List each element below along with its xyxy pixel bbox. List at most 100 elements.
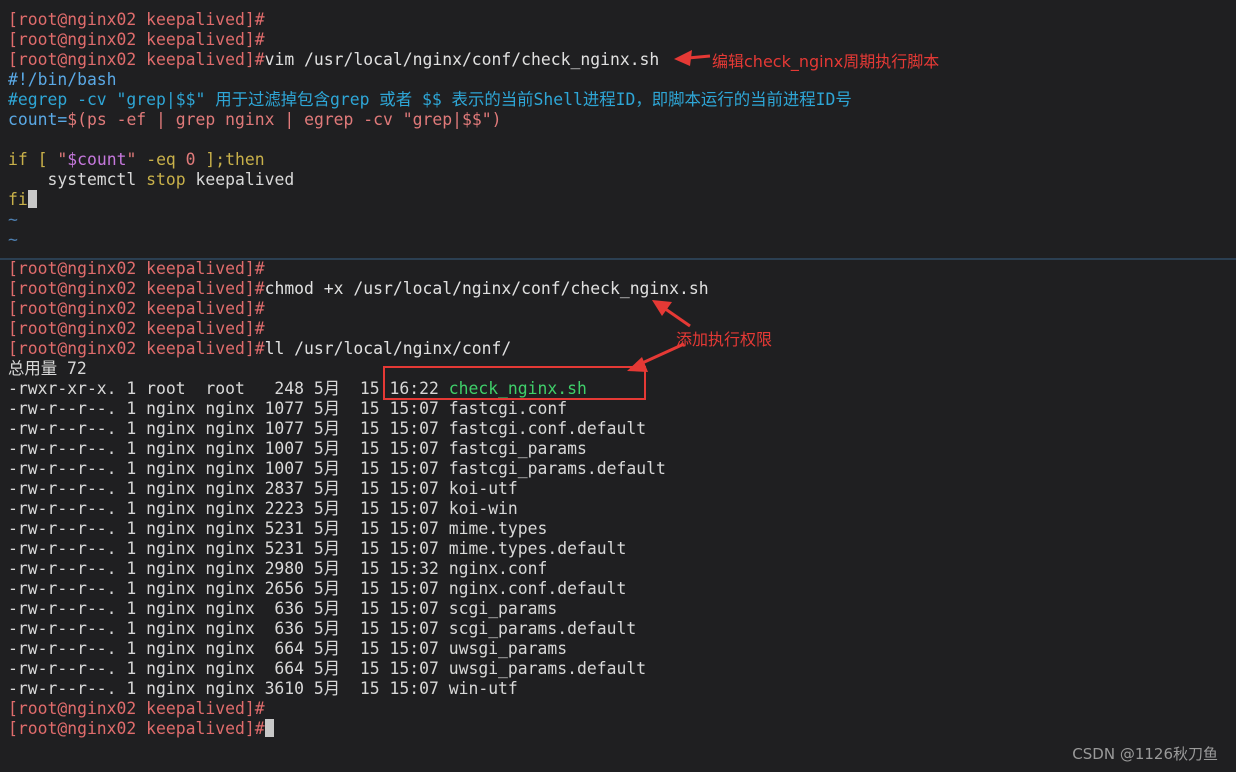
shell-prompt: [root@nginx02 keepalived]# bbox=[8, 259, 265, 278]
add-permission-annotation: 添加执行权限 bbox=[676, 330, 773, 349]
script-if-line: if [ "$count" -eq 0 ];then bbox=[8, 150, 1236, 170]
file-meta: -rw-r--r--. 1 nginx nginx 2656 5月 15 15:… bbox=[8, 579, 449, 598]
count-var: count= bbox=[8, 110, 68, 129]
empty-line-tilde: ~ bbox=[8, 230, 18, 249]
if-variable: $count bbox=[67, 150, 127, 169]
file-row: -rw-r--r--. 1 nginx nginx 1007 5月 15 15:… bbox=[8, 459, 1236, 479]
text-cursor bbox=[27, 190, 37, 208]
watermark: CSDN @1126秋刀鱼 bbox=[1072, 745, 1218, 763]
shell-prompt: [root@nginx02 keepalived]# bbox=[8, 719, 265, 738]
file-name: mime.types.default bbox=[448, 539, 627, 558]
file-name: scgi_params bbox=[448, 599, 558, 618]
ps-cmd: ps -ef | bbox=[86, 110, 176, 129]
file-meta: -rw-r--r--. 1 nginx nginx 664 5月 15 15:0… bbox=[8, 659, 449, 678]
file-name: scgi_params.default bbox=[448, 619, 637, 638]
top-terminal-pane[interactable]: [root@nginx02 keepalived]# [root@nginx02… bbox=[0, 10, 1236, 250]
if-quote-close: " bbox=[126, 150, 137, 169]
if-bracket: [ bbox=[27, 150, 58, 169]
terminal-line: [root@nginx02 keepalived]#vim /usr/local… bbox=[8, 50, 1236, 70]
file-meta: -rw-r--r--. 1 nginx nginx 3610 5月 15 15:… bbox=[8, 679, 449, 698]
file-name: fastcgi_params.default bbox=[448, 459, 666, 478]
file-row: -rw-r--r--. 1 nginx nginx 2837 5月 15 15:… bbox=[8, 479, 1236, 499]
egrep-pattern: "grep|$$" bbox=[402, 110, 492, 129]
file-row: -rw-r--r--. 1 nginx nginx 5231 5月 15 15:… bbox=[8, 519, 1236, 539]
file-name: uwsgi_params bbox=[448, 639, 568, 658]
then-keyword: then bbox=[225, 150, 265, 169]
script-body-line: systemctl stop keepalived bbox=[8, 170, 1236, 190]
file-row: -rw-r--r--. 1 nginx nginx 1077 5月 15 15:… bbox=[8, 419, 1236, 439]
terminal-line: [root@nginx02 keepalived]#chmod +x /usr/… bbox=[8, 279, 1236, 299]
file-meta: -rw-r--r--. 1 nginx nginx 1077 5月 15 15:… bbox=[8, 399, 449, 418]
file-meta: -rw-r--r--. 1 nginx nginx 1007 5月 15 15:… bbox=[8, 439, 449, 458]
file-row: -rw-r--r--. 1 nginx nginx 2656 5月 15 15:… bbox=[8, 579, 1236, 599]
systemctl-cmd: systemctl bbox=[8, 170, 147, 189]
shell-prompt: [root@nginx02 keepalived]# bbox=[8, 299, 265, 318]
terminal-line: [root@nginx02 keepalived]# bbox=[8, 10, 1236, 30]
file-meta: -rw-r--r--. 1 nginx nginx 2223 5月 15 15:… bbox=[8, 499, 449, 518]
terminal-line: [root@nginx02 keepalived]# bbox=[8, 719, 1236, 739]
edit-script-annotation: 编辑check_nginx周期执行脚本 bbox=[712, 52, 940, 71]
shell-prompt: [root@nginx02 keepalived]# bbox=[8, 30, 265, 49]
file-name: nginx.conf bbox=[448, 559, 548, 578]
shell-prompt: [root@nginx02 keepalived]# bbox=[8, 50, 265, 69]
file-row: -rw-r--r--. 1 nginx nginx 5231 5月 15 15:… bbox=[8, 539, 1236, 559]
terminal-window[interactable]: [root@nginx02 keepalived]# [root@nginx02… bbox=[0, 0, 1236, 772]
shell-prompt: [root@nginx02 keepalived]# bbox=[8, 699, 265, 718]
egrep-cmd: egrep -cv bbox=[304, 110, 403, 129]
stop-keyword: stop bbox=[146, 170, 186, 189]
file-meta: -rw-r--r--. 1 nginx nginx 2837 5月 15 15:… bbox=[8, 479, 449, 498]
file-name: fastcgi_params bbox=[448, 439, 587, 458]
file-meta: -rw-r--r--. 1 nginx nginx 636 5月 15 15:0… bbox=[8, 619, 449, 638]
script-comment: #egrep -cv "grep|$$" 用于过滤掉包含grep 或者 $$ 表… bbox=[8, 90, 852, 109]
file-row: -rw-r--r--. 1 nginx nginx 664 5月 15 15:0… bbox=[8, 639, 1236, 659]
file-row: -rw-r--r--. 1 nginx nginx 1077 5月 15 15:… bbox=[8, 399, 1236, 419]
text-cursor bbox=[264, 719, 274, 737]
file-meta: -rw-r--r--. 1 nginx nginx 2980 5月 15 15:… bbox=[8, 559, 449, 578]
file-meta: -rw-r--r--. 1 nginx nginx 1007 5月 15 15:… bbox=[8, 459, 449, 478]
fi-keyword: fi bbox=[8, 190, 28, 209]
file-row: -rw-r--r--. 1 nginx nginx 2223 5月 15 15:… bbox=[8, 499, 1236, 519]
if-keyword: if bbox=[8, 150, 28, 169]
subshell-close: ) bbox=[491, 110, 502, 129]
file-name: fastcgi.conf bbox=[448, 399, 568, 418]
file-meta: -rw-r--r--. 1 nginx nginx 664 5月 15 15:0… bbox=[8, 639, 449, 658]
shell-prompt: [root@nginx02 keepalived]# bbox=[8, 279, 265, 298]
subshell-open: $( bbox=[67, 110, 87, 129]
bottom-terminal-pane[interactable]: [root@nginx02 keepalived]# [root@nginx02… bbox=[0, 259, 1236, 739]
terminal-line: [root@nginx02 keepalived]# bbox=[8, 259, 1236, 279]
file-name: nginx.conf.default bbox=[448, 579, 627, 598]
file-name: koi-win bbox=[448, 499, 518, 518]
chmod-command: chmod +x /usr/local/nginx/conf/check_ngi… bbox=[264, 279, 709, 298]
shell-prompt: [root@nginx02 keepalived]# bbox=[8, 319, 265, 338]
file-meta: -rw-r--r--. 1 nginx nginx 5231 5月 15 15:… bbox=[8, 519, 449, 538]
file-row: -rw-r--r--. 1 nginx nginx 2980 5月 15 15:… bbox=[8, 559, 1236, 579]
terminal-line: [root@nginx02 keepalived]# bbox=[8, 30, 1236, 50]
file-name: fastcgi.conf.default bbox=[448, 419, 647, 438]
shell-prompt: [root@nginx02 keepalived]# bbox=[8, 10, 265, 29]
file-name: koi-utf bbox=[448, 479, 518, 498]
service-name: keepalived bbox=[185, 170, 295, 189]
terminal-line: [root@nginx02 keepalived]#ll /usr/local/… bbox=[8, 339, 1236, 359]
shell-prompt: [root@nginx02 keepalived]# bbox=[8, 339, 265, 358]
file-meta: -rw-r--r--. 1 nginx nginx 5231 5月 15 15:… bbox=[8, 539, 449, 558]
if-quote-open: " bbox=[57, 150, 68, 169]
if-operator: -eq bbox=[136, 150, 186, 169]
empty-line-tilde: ~ bbox=[8, 210, 18, 229]
file-row: -rw-r--r--. 1 nginx nginx 636 5月 15 15:0… bbox=[8, 599, 1236, 619]
script-fi-line: fi bbox=[8, 190, 1236, 210]
file-name: mime.types bbox=[448, 519, 548, 538]
if-end: ]; bbox=[195, 150, 226, 169]
terminal-line: [root@nginx02 keepalived]# bbox=[8, 299, 1236, 319]
file-name: uwsgi_params.default bbox=[448, 659, 647, 678]
grep-cmd: grep nginx | bbox=[175, 110, 305, 129]
file-listing: -rwxr-xr-x. 1 root root 248 5月 15 16:22 … bbox=[8, 379, 1236, 699]
file-row: -rw-r--r--. 1 nginx nginx 1007 5月 15 15:… bbox=[8, 439, 1236, 459]
if-zero: 0 bbox=[185, 150, 196, 169]
file-meta: -rw-r--r--. 1 nginx nginx 1077 5月 15 15:… bbox=[8, 419, 449, 438]
ll-command: ll /usr/local/nginx/conf/ bbox=[264, 339, 512, 358]
script-count-line: count=$(ps -ef | grep nginx | egrep -cv … bbox=[8, 110, 1236, 130]
vim-command: vim /usr/local/nginx/conf/check_nginx.sh bbox=[264, 50, 660, 69]
file-row: -rw-r--r--. 1 nginx nginx 3610 5月 15 15:… bbox=[8, 679, 1236, 699]
terminal-line: [root@nginx02 keepalived]# bbox=[8, 319, 1236, 339]
